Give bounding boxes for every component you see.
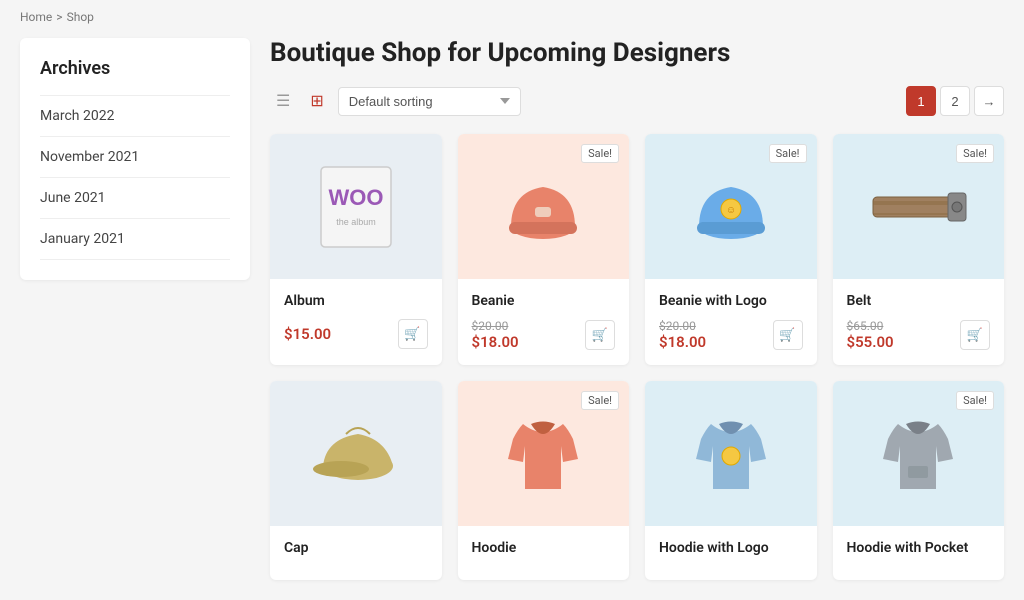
- product-grid: WOO the album Album $15.00 🛒 Sale! Beanie $2…: [270, 134, 1004, 580]
- product-image-hoodie-with-pocket: [868, 404, 968, 504]
- add-to-cart-button-beanie-with-logo[interactable]: 🛒: [773, 320, 803, 350]
- price-album: $15.00: [284, 325, 331, 343]
- product-card-hoodie-with-logo[interactable]: Hoodie with Logo: [645, 381, 817, 580]
- product-image-wrap-beanie: Sale!: [458, 134, 630, 279]
- product-name-hoodie-with-logo: Hoodie with Logo: [659, 540, 803, 556]
- product-image-wrap-hoodie-with-pocket: Sale!: [833, 381, 1005, 526]
- main-content: Boutique Shop for Upcoming Designers ☰ ⊞…: [270, 38, 1004, 580]
- add-to-cart-button-belt[interactable]: 🛒: [960, 320, 990, 350]
- product-name-hoodie: Hoodie: [472, 540, 616, 556]
- product-name-cap: Cap: [284, 540, 428, 556]
- toolbar: ☰ ⊞ Default sortingSort by popularitySor…: [270, 86, 1004, 116]
- list-view-icon: ☰: [276, 91, 290, 111]
- breadcrumb-sep: >: [56, 10, 62, 24]
- shop-title: Boutique Shop for Upcoming Designers: [270, 38, 1004, 68]
- product-image-belt: [868, 157, 968, 257]
- cart-icon: 🛒: [404, 326, 420, 342]
- product-image-wrap-hoodie-with-logo: [645, 381, 817, 526]
- product-image-beanie-with-logo: ☺: [681, 157, 781, 257]
- product-name-album: Album: [284, 293, 428, 309]
- product-image-hoodie: [493, 404, 593, 504]
- add-to-cart-button-beanie[interactable]: 🛒: [585, 320, 615, 350]
- cart-icon: 🛒: [779, 327, 795, 343]
- product-name-belt: Belt: [847, 293, 991, 309]
- breadcrumb-home[interactable]: Home: [20, 10, 52, 24]
- sale-badge-hoodie: Sale!: [581, 391, 619, 410]
- archive-item-november-2021[interactable]: November 2021: [40, 136, 230, 177]
- pagination: 1 2 →: [906, 86, 1004, 116]
- product-card-belt[interactable]: Sale! Belt $65.00$55.00 🛒: [833, 134, 1005, 365]
- old-price-beanie-with-logo: $20.00: [659, 319, 706, 333]
- cart-icon: 🛒: [592, 327, 608, 343]
- sale-badge-beanie-with-logo: Sale!: [769, 144, 807, 163]
- grid-view-button[interactable]: ⊞: [304, 87, 329, 115]
- old-price-beanie: $20.00: [472, 319, 519, 333]
- product-image-wrap-beanie-with-logo: Sale! ☺: [645, 134, 817, 279]
- archive-list: March 2022November 2021June 2021January …: [40, 95, 230, 260]
- list-view-button[interactable]: ☰: [270, 87, 296, 115]
- grid-view-icon: ⊞: [310, 91, 323, 111]
- breadcrumb: Home > Shop: [20, 10, 1004, 24]
- archive-item-june-2021[interactable]: June 2021: [40, 177, 230, 218]
- sort-select[interactable]: Default sortingSort by popularitySort by…: [338, 87, 521, 116]
- product-image-wrap-album: WOO the album: [270, 134, 442, 279]
- svg-text:WOO: WOO: [328, 185, 383, 210]
- product-card-hoodie[interactable]: Sale! Hoodie: [458, 381, 630, 580]
- sidebar: Archives March 2022November 2021June 202…: [20, 38, 250, 580]
- product-card-beanie-with-logo[interactable]: Sale! ☺ Beanie with Logo $20.00$18.00 🛒: [645, 134, 817, 365]
- archive-item-january-2021[interactable]: January 2021: [40, 218, 230, 260]
- price-beanie-with-logo: $18.00: [659, 333, 706, 351]
- cart-icon: 🛒: [967, 327, 983, 343]
- svg-text:the album: the album: [336, 217, 376, 227]
- product-card-beanie[interactable]: Sale! Beanie $20.00$18.00 🛒: [458, 134, 630, 365]
- breadcrumb-shop: Shop: [67, 10, 94, 24]
- product-card-hoodie-with-pocket[interactable]: Sale! Hoodie with Pocket: [833, 381, 1005, 580]
- price-beanie: $18.00: [472, 333, 519, 351]
- sale-badge-beanie: Sale!: [581, 144, 619, 163]
- product-card-album[interactable]: WOO the album Album $15.00 🛒: [270, 134, 442, 365]
- product-card-cap[interactable]: Cap: [270, 381, 442, 580]
- product-image-hoodie-with-logo: [681, 404, 781, 504]
- product-image-cap: [306, 404, 406, 504]
- sale-badge-belt: Sale!: [956, 144, 994, 163]
- archive-item-march-2022[interactable]: March 2022: [40, 95, 230, 136]
- archives-title: Archives: [40, 58, 230, 79]
- product-image-wrap-belt: Sale!: [833, 134, 1005, 279]
- page-1-button[interactable]: 1: [906, 86, 936, 116]
- page-2-button[interactable]: 2: [940, 86, 970, 116]
- old-price-belt: $65.00: [847, 319, 894, 333]
- add-to-cart-button-album[interactable]: 🛒: [398, 319, 428, 349]
- product-name-beanie-with-logo: Beanie with Logo: [659, 293, 803, 309]
- sale-badge-hoodie-with-pocket: Sale!: [956, 391, 994, 410]
- product-name-hoodie-with-pocket: Hoodie with Pocket: [847, 540, 991, 556]
- page-next-button[interactable]: →: [974, 86, 1004, 116]
- price-belt: $55.00: [847, 333, 894, 351]
- svg-text:☺: ☺: [726, 205, 736, 216]
- product-image-wrap-hoodie: Sale!: [458, 381, 630, 526]
- product-image-wrap-cap: [270, 381, 442, 526]
- product-image-album: WOO the album: [306, 157, 406, 257]
- product-image-beanie: [493, 157, 593, 257]
- product-name-beanie: Beanie: [472, 293, 616, 309]
